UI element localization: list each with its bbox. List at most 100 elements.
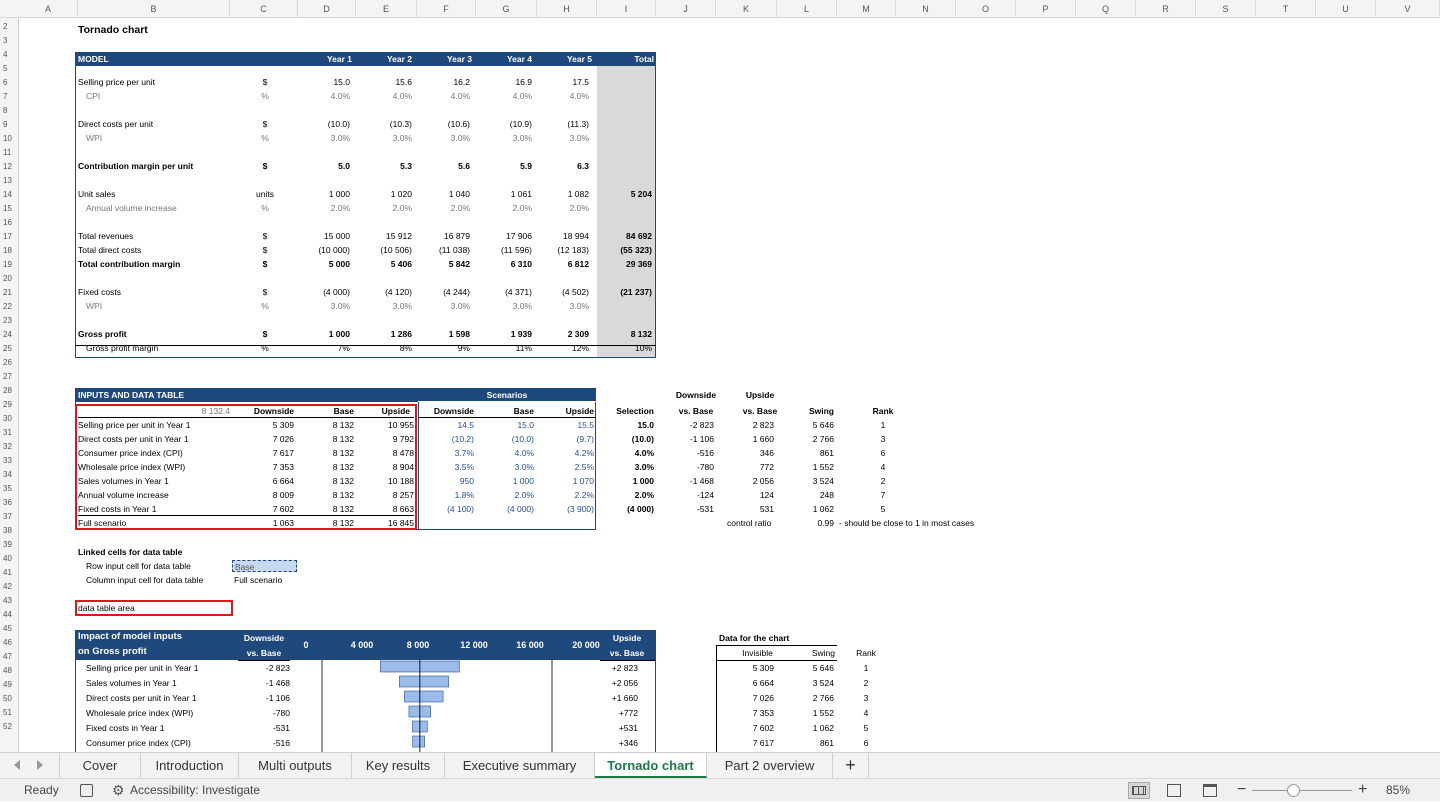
row-header[interactable]: 38 — [0, 524, 19, 538]
tab-cover[interactable]: Cover — [59, 753, 141, 778]
row-header[interactable]: 27 — [0, 370, 19, 384]
row-header[interactable]: 3 — [0, 34, 19, 48]
column-header[interactable]: G — [476, 0, 537, 18]
tab-next-icon[interactable] — [37, 760, 43, 770]
row-header[interactable]: 16 — [0, 216, 19, 230]
zoom-slider-track[interactable] — [1252, 790, 1352, 791]
tab-prev-icon[interactable] — [14, 760, 20, 770]
page-break-icon[interactable] — [1203, 784, 1217, 797]
row-header[interactable]: 45 — [0, 622, 19, 636]
row-header[interactable]: 52 — [0, 720, 19, 734]
tab-part-2-overview[interactable]: Part 2 overview — [707, 753, 833, 778]
row-header[interactable]: 31 — [0, 426, 19, 440]
macro-record-icon[interactable] — [80, 784, 93, 797]
column-header[interactable]: U — [1316, 0, 1376, 18]
row-input-cell[interactable]: Base — [232, 560, 297, 572]
column-header[interactable]: T — [1256, 0, 1316, 18]
row-header[interactable]: 18 — [0, 244, 19, 258]
row-header[interactable]: 25 — [0, 342, 19, 356]
column-header[interactable]: V — [1376, 0, 1440, 18]
row-header[interactable]: 20 — [0, 272, 19, 286]
chart-data-swing-cell: 1 062 — [812, 723, 834, 733]
row-header[interactable]: 47 — [0, 650, 19, 664]
column-header[interactable]: C — [230, 0, 298, 18]
column-header[interactable]: B — [78, 0, 230, 18]
zoom-slider-handle[interactable] — [1287, 784, 1300, 797]
row-header[interactable]: 7 — [0, 90, 19, 104]
row-header[interactable]: 35 — [0, 482, 19, 496]
row-header[interactable]: 11 — [0, 146, 19, 160]
row-header[interactable]: 30 — [0, 412, 19, 426]
row-header[interactable]: 8 — [0, 104, 19, 118]
row-header[interactable]: 15 — [0, 202, 19, 216]
row-header[interactable]: 13 — [0, 174, 19, 188]
row-header[interactable]: 43 — [0, 594, 19, 608]
column-header[interactable]: F — [417, 0, 476, 18]
row-header[interactable]: 5 — [0, 62, 19, 76]
column-header[interactable]: R — [1136, 0, 1196, 18]
column-input-cell[interactable]: Full scenario — [234, 574, 282, 586]
row-header[interactable]: 29 — [0, 398, 19, 412]
column-header[interactable]: P — [1016, 0, 1076, 18]
row-header[interactable]: 10 — [0, 132, 19, 146]
row-header[interactable]: 24 — [0, 328, 19, 342]
tab-tornado-chart[interactable]: Tornado chart — [595, 753, 707, 778]
tab-key-results[interactable]: Key results — [352, 753, 445, 778]
column-header[interactable]: E — [356, 0, 417, 18]
column-header[interactable]: N — [896, 0, 956, 18]
column-header[interactable]: J — [656, 0, 716, 18]
row-header[interactable]: 19 — [0, 258, 19, 272]
add-sheet-icon[interactable]: + — [833, 753, 869, 778]
column-header[interactable]: M — [837, 0, 896, 18]
row-header[interactable]: 14 — [0, 188, 19, 202]
row-header[interactable]: 6 — [0, 76, 19, 90]
tab-executive-summary[interactable]: Executive summary — [445, 753, 595, 778]
accessibility-status[interactable]: Accessibility: Investigate — [130, 779, 260, 802]
row-header[interactable]: 44 — [0, 608, 19, 622]
row-header[interactable]: 41 — [0, 566, 19, 580]
column-header[interactable]: O — [956, 0, 1016, 18]
row-header[interactable]: 9 — [0, 118, 19, 132]
column-header[interactable]: H — [537, 0, 597, 18]
row-header[interactable]: 22 — [0, 300, 19, 314]
row-header[interactable]: 28 — [0, 384, 19, 398]
column-header[interactable]: K — [716, 0, 777, 18]
zoom-in-icon[interactable]: + — [1358, 778, 1367, 801]
tab-introduction[interactable]: Introduction — [141, 753, 239, 778]
row-header[interactable]: 32 — [0, 440, 19, 454]
page-layout-icon[interactable] — [1167, 784, 1181, 797]
row-header[interactable]: 23 — [0, 314, 19, 328]
row-header[interactable]: 37 — [0, 510, 19, 524]
spreadsheet-grid[interactable]: ABCDEFGHIJKLMNOPQRSTUV 2 3 4 5 6 7 8 9 10 11 12 13 1… — [0, 0, 1440, 752]
row-header[interactable]: 12 — [0, 160, 19, 174]
row-header[interactable]: 48 — [0, 664, 19, 678]
row-header[interactable]: 42 — [0, 580, 19, 594]
column-header[interactable]: D — [298, 0, 356, 18]
zoom-level[interactable]: 85% — [1386, 779, 1410, 802]
row-header[interactable]: 39 — [0, 538, 19, 552]
column-header[interactable]: A — [19, 0, 78, 18]
normal-view-icon[interactable] — [1128, 782, 1150, 799]
row-header[interactable]: 26 — [0, 356, 19, 370]
row-header[interactable]: 4 — [0, 48, 19, 62]
row-header[interactable]: 40 — [0, 552, 19, 566]
column-header[interactable]: I — [597, 0, 656, 18]
accessibility-icon[interactable]: ⚙ — [112, 783, 125, 797]
zoom-out-icon[interactable]: − — [1237, 778, 1246, 801]
rank-cell: 5 — [880, 504, 886, 514]
row-header[interactable]: 34 — [0, 468, 19, 482]
row-header[interactable]: 2 — [0, 20, 19, 34]
row-header[interactable]: 46 — [0, 636, 19, 650]
row-header[interactable]: 49 — [0, 678, 19, 692]
row-header[interactable]: 51 — [0, 706, 19, 720]
row-header[interactable]: 36 — [0, 496, 19, 510]
row-header[interactable]: 33 — [0, 454, 19, 468]
row-header[interactable]: 21 — [0, 286, 19, 300]
row-header[interactable]: 50 — [0, 692, 19, 706]
column-header[interactable]: L — [777, 0, 837, 18]
tab-multi-outputs[interactable]: Multi outputs — [239, 753, 352, 778]
column-header[interactable]: Q — [1076, 0, 1136, 18]
row-header[interactable]: 17 — [0, 230, 19, 244]
column-header[interactable]: S — [1196, 0, 1256, 18]
tornado-chart[interactable]: 0 4 000 8 000 12 000 16 000 20 000 — [296, 630, 600, 752]
